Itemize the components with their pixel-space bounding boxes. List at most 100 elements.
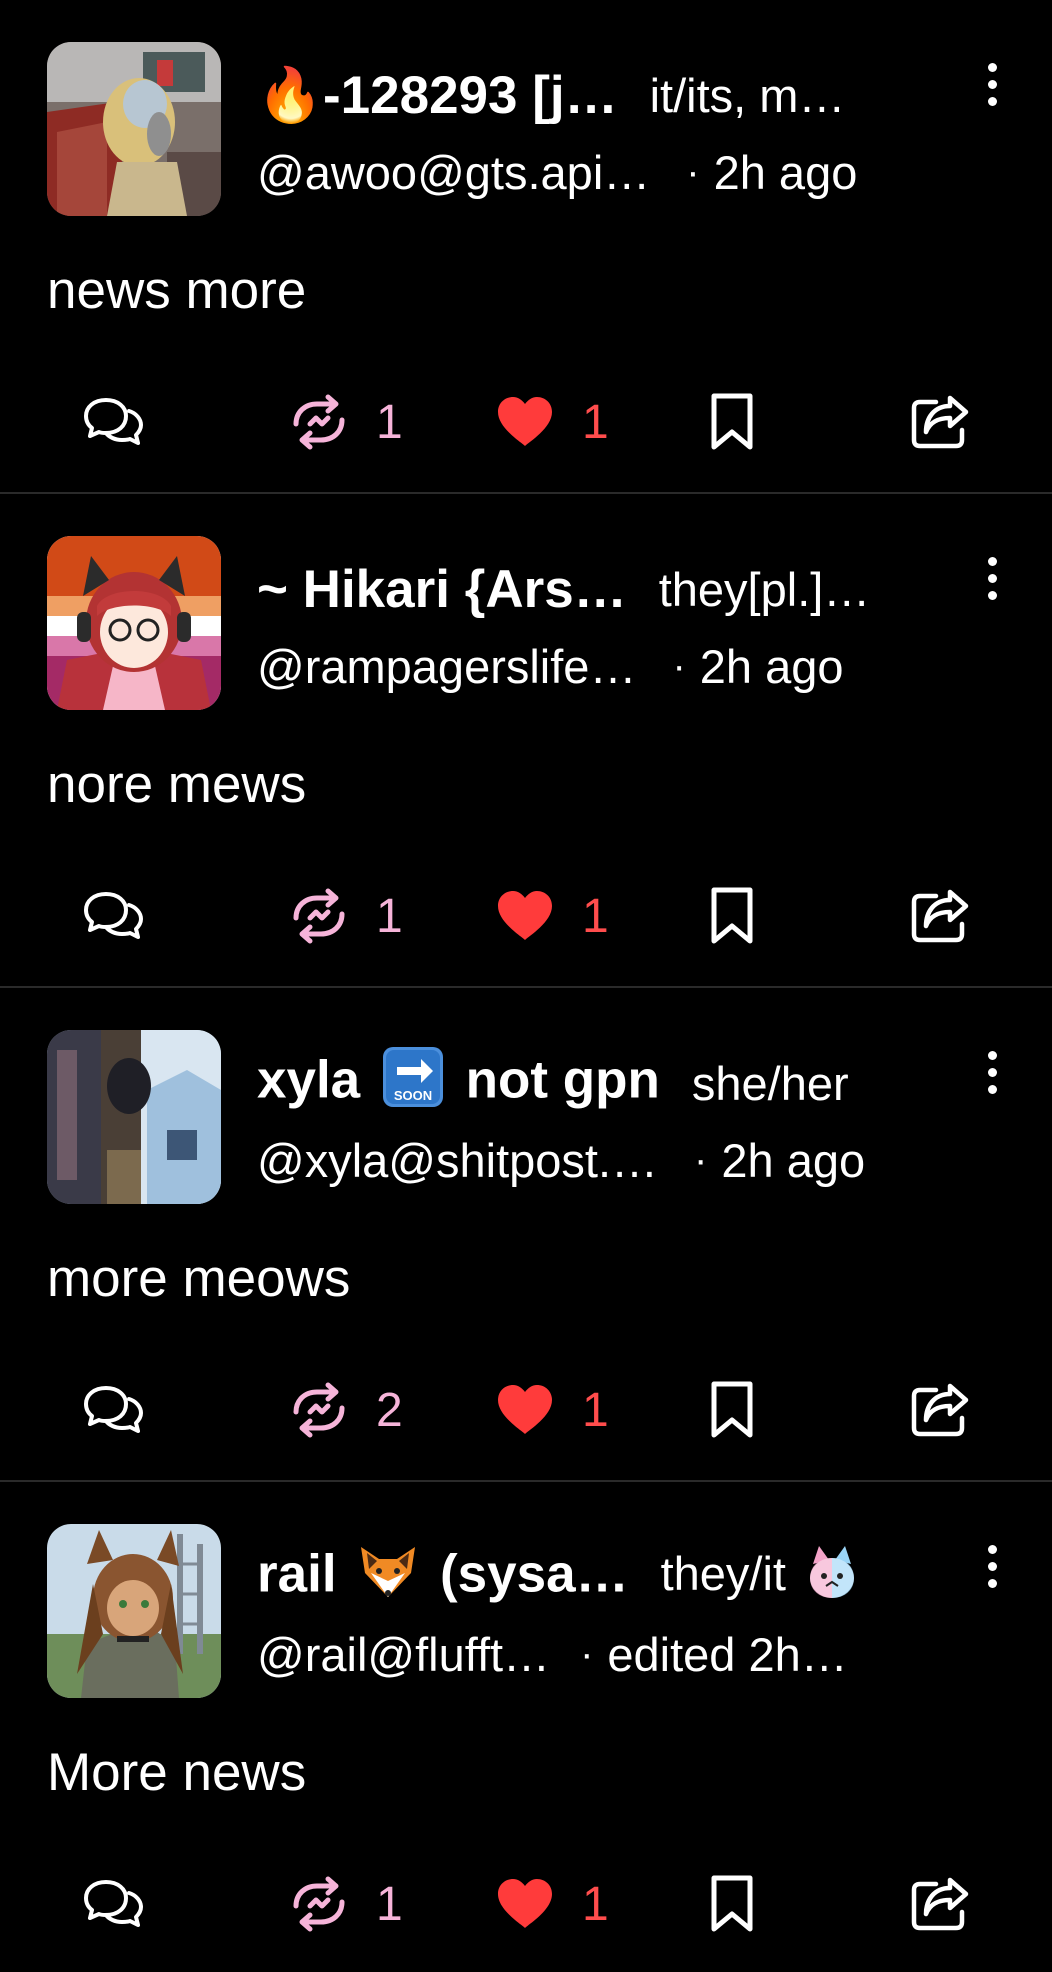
timeline-feed: 🔥-128293 [j… it/its, m… @awoo@gts.api… ·… — [0, 0, 1052, 1972]
reply-button[interactable] — [82, 1370, 146, 1450]
boost-count: 1 — [376, 1877, 403, 1931]
soon-arrow-icon: SOON — [382, 1046, 443, 1107]
pronouns: they/it — [661, 1544, 865, 1611]
bookmark-button[interactable] — [708, 1370, 756, 1450]
avatar[interactable] — [47, 1030, 221, 1204]
post-timestamp[interactable]: 2h ago — [721, 1133, 865, 1188]
favourite-button[interactable]: 1 — [494, 1864, 609, 1944]
repeat-icon — [293, 1876, 345, 1932]
post-timestamp[interactable]: 2h ago — [714, 145, 858, 200]
separator-dot: · — [694, 1137, 708, 1182]
author-handle-row: @xyla@shitpost.… · 2h ago — [257, 1125, 917, 1195]
repeat-icon — [293, 1382, 345, 1438]
display-name[interactable]: xyla SOON not gpn — [257, 1045, 660, 1122]
speech-bubbles-icon — [84, 398, 143, 445]
display-name[interactable]: 🔥-128293 [j… — [257, 64, 618, 126]
bookmark-button[interactable] — [708, 876, 756, 956]
post-content: nore mews — [47, 755, 307, 814]
author-name-row[interactable]: rail (sysa… they/it — [257, 1542, 917, 1612]
more-options-button[interactable] — [968, 1536, 1016, 1596]
post-actions: 1 1 — [0, 1864, 1052, 1944]
avatar-photo-icon — [47, 1030, 221, 1204]
account-handle[interactable]: @rail@flufft… — [257, 1627, 550, 1682]
post-content: More news — [47, 1743, 307, 1802]
boost-count: 1 — [376, 889, 403, 943]
heart-icon — [498, 1385, 552, 1434]
reply-button[interactable] — [82, 876, 146, 956]
heart-icon — [498, 1879, 552, 1928]
post-1[interactable]: 🔥-128293 [j… it/its, m… @awoo@gts.api… ·… — [0, 0, 1052, 494]
fox-face-icon — [361, 1546, 416, 1597]
favourite-count: 1 — [582, 889, 609, 943]
favourite-count: 1 — [582, 1877, 609, 1931]
post-4[interactable]: rail (sysa… they/it @rail@flufft… · edit… — [0, 1482, 1052, 1972]
display-name-part: rail — [257, 1544, 337, 1603]
reply-button[interactable] — [82, 1864, 146, 1944]
separator-dot: · — [686, 149, 700, 194]
account-handle[interactable]: @awoo@gts.api… — [257, 145, 650, 200]
post-3[interactable]: xyla SOON not gpn she/her @xyla@shitpost… — [0, 988, 1052, 1482]
author-name-row[interactable]: xyla SOON not gpn she/her — [257, 1046, 917, 1118]
boost-button[interactable]: 1 — [288, 1864, 403, 1944]
author-handle-row: @rampagerslife… · 2h ago — [257, 631, 917, 701]
display-name[interactable]: ~ Hikari {Ars… — [257, 559, 627, 620]
post-timestamp[interactable]: 2h ago — [700, 639, 844, 694]
boost-count: 1 — [376, 395, 403, 449]
display-name-part: not gpn — [465, 1050, 660, 1109]
display-name-part: (sysa… — [440, 1544, 629, 1603]
post-content: news more — [47, 261, 307, 320]
boost-count: 2 — [376, 1383, 403, 1437]
reply-button[interactable] — [82, 382, 146, 462]
display-name[interactable]: rail (sysa… — [257, 1543, 629, 1612]
boost-button[interactable]: 2 — [288, 1370, 403, 1450]
favourite-button[interactable]: 1 — [494, 382, 609, 462]
favourite-count: 1 — [582, 1383, 609, 1437]
bookmark-icon — [711, 393, 753, 450]
heart-icon — [498, 397, 552, 446]
post-content: more meows — [47, 1249, 351, 1308]
author-handle-row: @rail@flufft… · edited 2h… — [257, 1619, 917, 1689]
post-actions: 1 1 — [0, 876, 1052, 956]
soon-badge-text: SOON — [394, 1088, 432, 1103]
avatar[interactable] — [47, 42, 221, 216]
avatar[interactable] — [47, 1524, 221, 1698]
author-name-row[interactable]: 🔥-128293 [j… it/its, m… — [257, 60, 917, 130]
author-name-row[interactable]: ~ Hikari {Ars… they[pl.]… — [257, 554, 917, 624]
favourite-button[interactable]: 1 — [494, 1370, 609, 1450]
share-button[interactable] — [910, 1864, 970, 1944]
vertical-ellipsis-icon — [987, 1050, 997, 1060]
post-2[interactable]: ~ Hikari {Ars… they[pl.]… @rampagerslife… — [0, 494, 1052, 988]
favourite-button[interactable]: 1 — [494, 876, 609, 956]
share-button[interactable] — [910, 876, 970, 956]
heart-icon — [498, 891, 552, 940]
critter-face-icon — [810, 1545, 855, 1598]
vertical-ellipsis-icon — [987, 62, 997, 72]
avatar[interactable] — [47, 536, 221, 710]
share-button[interactable] — [910, 382, 970, 462]
vertical-ellipsis-icon — [987, 556, 997, 566]
speech-bubbles-icon — [84, 892, 143, 939]
post-timestamp[interactable]: edited 2h… — [607, 1627, 847, 1682]
boost-button[interactable]: 1 — [288, 876, 403, 956]
repeat-icon — [293, 888, 345, 944]
speech-bubbles-icon — [84, 1880, 143, 1927]
share-icon — [911, 1383, 969, 1437]
post-actions: 2 1 — [0, 1370, 1052, 1450]
speech-bubbles-icon — [84, 1386, 143, 1433]
separator-dot: · — [580, 1631, 594, 1676]
share-button[interactable] — [910, 1370, 970, 1450]
favourite-count: 1 — [582, 395, 609, 449]
more-options-button[interactable] — [968, 54, 1016, 114]
bookmark-button[interactable] — [708, 1864, 756, 1944]
share-icon — [911, 889, 969, 943]
account-handle[interactable]: @rampagerslife… — [257, 639, 636, 694]
avatar-fox-character-icon — [47, 1524, 221, 1698]
display-name-part: xyla — [257, 1050, 361, 1109]
separator-dot: · — [672, 643, 686, 688]
pronouns: it/its, m… — [649, 68, 846, 122]
more-options-button[interactable] — [968, 548, 1016, 608]
account-handle[interactable]: @xyla@shitpost.… — [257, 1133, 658, 1188]
boost-button[interactable]: 1 — [288, 382, 403, 462]
bookmark-button[interactable] — [708, 382, 756, 462]
more-options-button[interactable] — [968, 1042, 1016, 1102]
